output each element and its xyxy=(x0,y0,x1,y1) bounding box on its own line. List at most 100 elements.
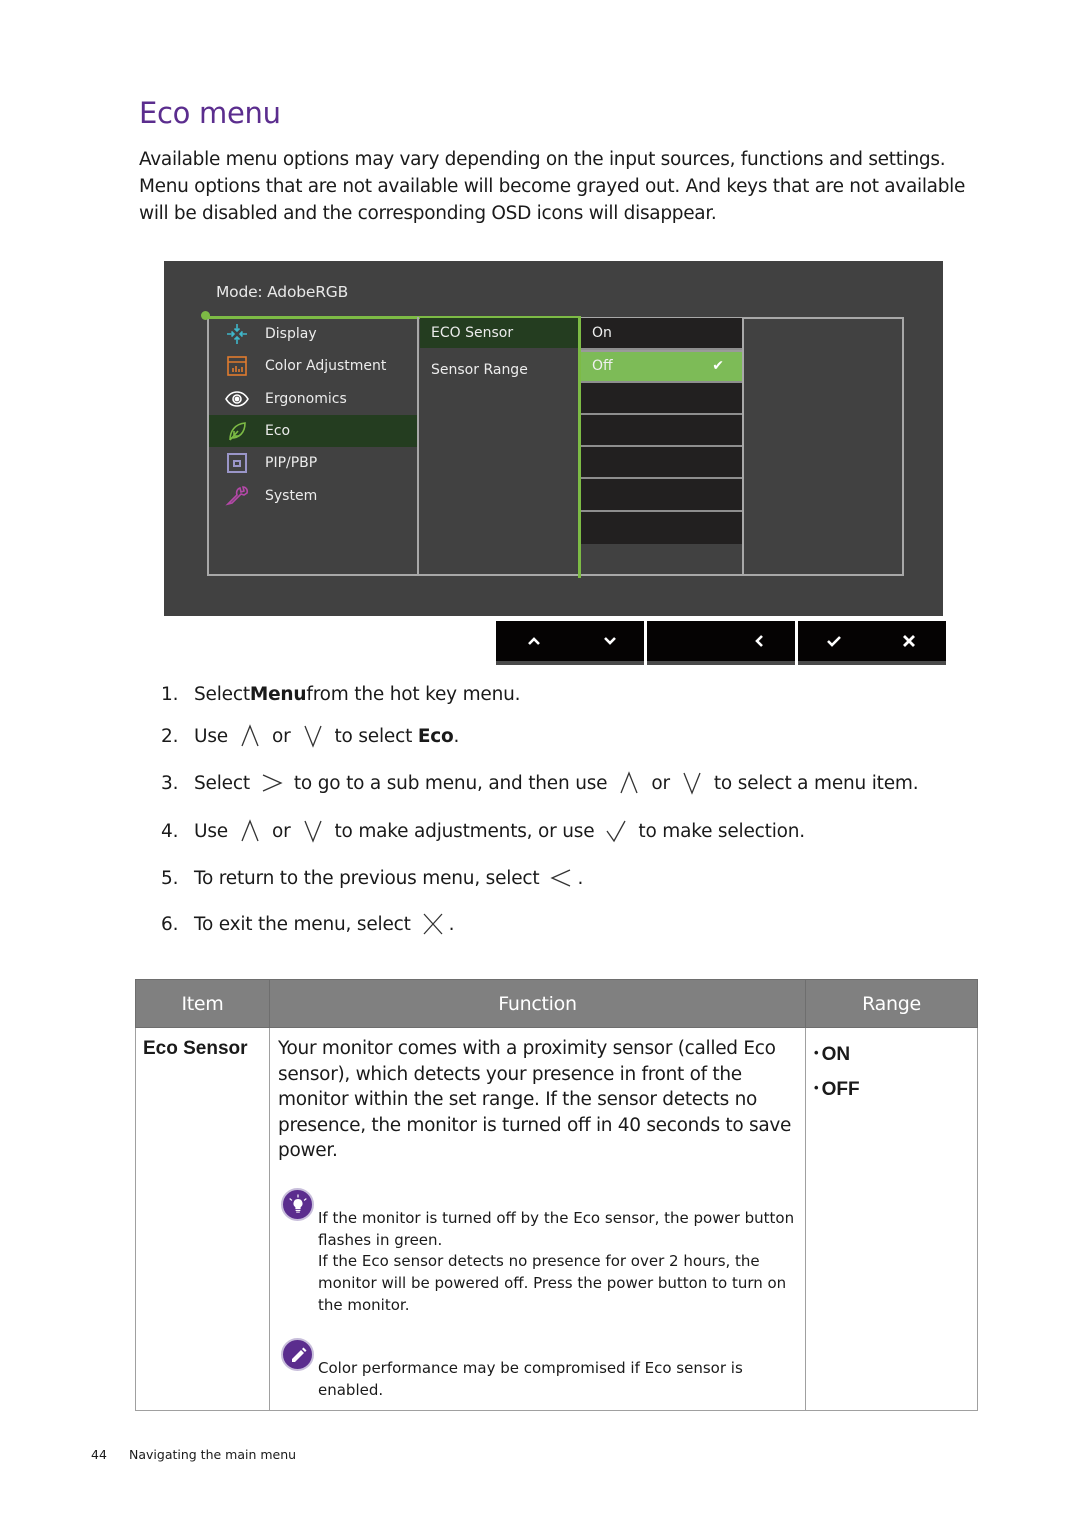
tip-note-text: If the monitor is turned off by the Eco … xyxy=(318,1208,795,1249)
step-item: 4. Use or to make adjustments, or use to… xyxy=(161,818,805,844)
cell-range: • ON • OFF xyxy=(805,1027,978,1411)
osd-menu-item-system[interactable]: System xyxy=(209,479,417,511)
header-item: Item xyxy=(135,979,270,1028)
header-range: Range xyxy=(805,979,978,1028)
back-icon xyxy=(549,865,573,891)
leaf-icon xyxy=(209,419,265,443)
step-item: 2. Use or to select Eco. xyxy=(161,723,459,749)
osd-main-menu: Display Color Adjustment Ergonomics Eco … xyxy=(209,318,417,512)
pencil-note: Color performance may be compromised if … xyxy=(278,1338,798,1401)
step-number: 6. xyxy=(161,913,179,935)
pencil-icon xyxy=(281,1338,314,1372)
function-description: Your monitor comes with a proximity sens… xyxy=(278,1038,792,1162)
up-icon[interactable] xyxy=(504,633,564,649)
osd-options: On Off ✔ xyxy=(581,318,742,545)
osd-option-on[interactable]: On xyxy=(581,318,742,351)
eye-icon xyxy=(209,387,265,411)
osd-sub-label: Sensor Range xyxy=(431,362,528,378)
step-text: To return to the previous menu, select xyxy=(194,867,540,889)
down-icon xyxy=(301,723,325,749)
osd-option-empty xyxy=(581,511,742,545)
step-text: to make selection. xyxy=(638,820,805,842)
header-function: Function xyxy=(269,979,806,1028)
osd-menu-label: Eco xyxy=(265,423,291,440)
hotkey-group-confirm xyxy=(798,621,946,665)
osd-menu-label: Ergonomics xyxy=(265,390,347,407)
osd-menu-item-display[interactable]: Display xyxy=(209,318,417,350)
osd-menu-item-pip-pbp[interactable]: PIP/PBP xyxy=(209,447,417,479)
close-icon xyxy=(421,911,445,937)
intro-paragraph: Available menu options may vary dependin… xyxy=(139,149,966,224)
osd-option-empty xyxy=(581,414,742,448)
osd-menu-label: Color Adjustment xyxy=(265,358,387,375)
range-option: • ON xyxy=(814,1044,851,1065)
footer-section: Navigating the main menu xyxy=(129,1447,297,1462)
osd-menu-item-ergonomics[interactable]: Ergonomics xyxy=(209,383,417,415)
osd-divider xyxy=(417,317,419,576)
step-text: . xyxy=(577,867,584,889)
step-text: or xyxy=(271,725,291,747)
step-bold: Menu xyxy=(249,684,307,705)
tip-note-text: If the Eco sensor detects no presence fo… xyxy=(318,1252,787,1314)
step-text: to select a menu item. xyxy=(713,772,919,794)
page-title: Eco menu xyxy=(139,96,281,130)
osd-menu-label: Display xyxy=(265,326,317,343)
osd-sub-item-eco-sensor[interactable]: ECO Sensor xyxy=(420,318,578,348)
step-number: 1. xyxy=(161,684,179,705)
up-icon xyxy=(238,818,262,844)
down-icon[interactable] xyxy=(580,633,640,649)
step-text: from the hot key menu. xyxy=(306,684,521,705)
range-value: OFF xyxy=(821,1079,860,1100)
down-icon xyxy=(301,818,325,844)
step-text: Select xyxy=(194,684,250,705)
osd-menu-item-eco[interactable]: Eco xyxy=(209,414,417,448)
osd-menu-screenshot: Mode: AdobeRGB Display Color Adjustment … xyxy=(164,261,943,616)
osd-option-label: On xyxy=(592,325,612,342)
step-text: or xyxy=(651,772,670,794)
step-text: to go to a sub menu, and then use xyxy=(293,772,608,794)
display-icon xyxy=(209,322,265,346)
step-text: Use xyxy=(194,820,228,842)
check-icon[interactable] xyxy=(804,633,864,649)
range-value: ON xyxy=(821,1044,851,1065)
osd-menu-item-color-adjustment[interactable]: Color Adjustment xyxy=(209,350,417,382)
step-item: 5. To return to the previous menu, selec… xyxy=(161,865,583,891)
page-footer: 44 Navigating the main menu xyxy=(91,1447,296,1462)
pencil-note-text: Color performance may be compromised if … xyxy=(318,1359,743,1400)
up-icon xyxy=(617,770,641,796)
osd-mode-label: Mode: AdobeRGB xyxy=(216,283,349,301)
step-text: To exit the menu, select xyxy=(194,913,411,935)
step-text: to select xyxy=(334,725,418,747)
osd-sub-label: ECO Sensor xyxy=(431,325,514,341)
osd-option-empty xyxy=(581,382,742,415)
page-number: 44 xyxy=(91,1447,107,1462)
step-item: 3. Select to go to a sub menu, and then … xyxy=(161,770,919,796)
step-number: 4. xyxy=(161,820,179,842)
hotkey-group-navigate xyxy=(496,621,644,665)
table-header-row: Item Function Range xyxy=(135,979,978,1028)
hotkey-group-back xyxy=(647,621,795,665)
close-icon[interactable] xyxy=(879,633,939,649)
step-number: 2. xyxy=(161,725,179,747)
settings-table: Item Function Range Eco Sensor Your moni… xyxy=(135,979,978,1411)
table-row: Eco Sensor Your monitor comes with a pro… xyxy=(135,1027,978,1411)
osd-option-empty xyxy=(581,447,742,480)
step-text: or xyxy=(271,820,291,842)
back-icon[interactable] xyxy=(729,633,789,649)
step-text: . xyxy=(448,913,455,935)
step-number: 5. xyxy=(161,867,179,889)
step-text: to make adjustments, or use xyxy=(334,820,595,842)
cell-item: Eco Sensor xyxy=(135,1027,270,1411)
check-icon: ✔ xyxy=(712,358,724,375)
check-icon xyxy=(604,818,628,844)
osd-option-off[interactable]: Off ✔ xyxy=(581,350,742,383)
right-chevron-icon xyxy=(260,770,284,796)
step-text: . xyxy=(453,725,460,747)
step-number: 3. xyxy=(161,772,179,794)
range-option: • OFF xyxy=(814,1079,860,1100)
step-text: Select xyxy=(194,772,250,794)
step-item: 1. Select Menu from the hot key menu. xyxy=(161,684,521,705)
osd-divider xyxy=(742,317,744,576)
osd-sub-item-sensor-range[interactable]: Sensor Range xyxy=(420,348,578,392)
step-item: 6. To exit the menu, select . xyxy=(161,911,455,937)
